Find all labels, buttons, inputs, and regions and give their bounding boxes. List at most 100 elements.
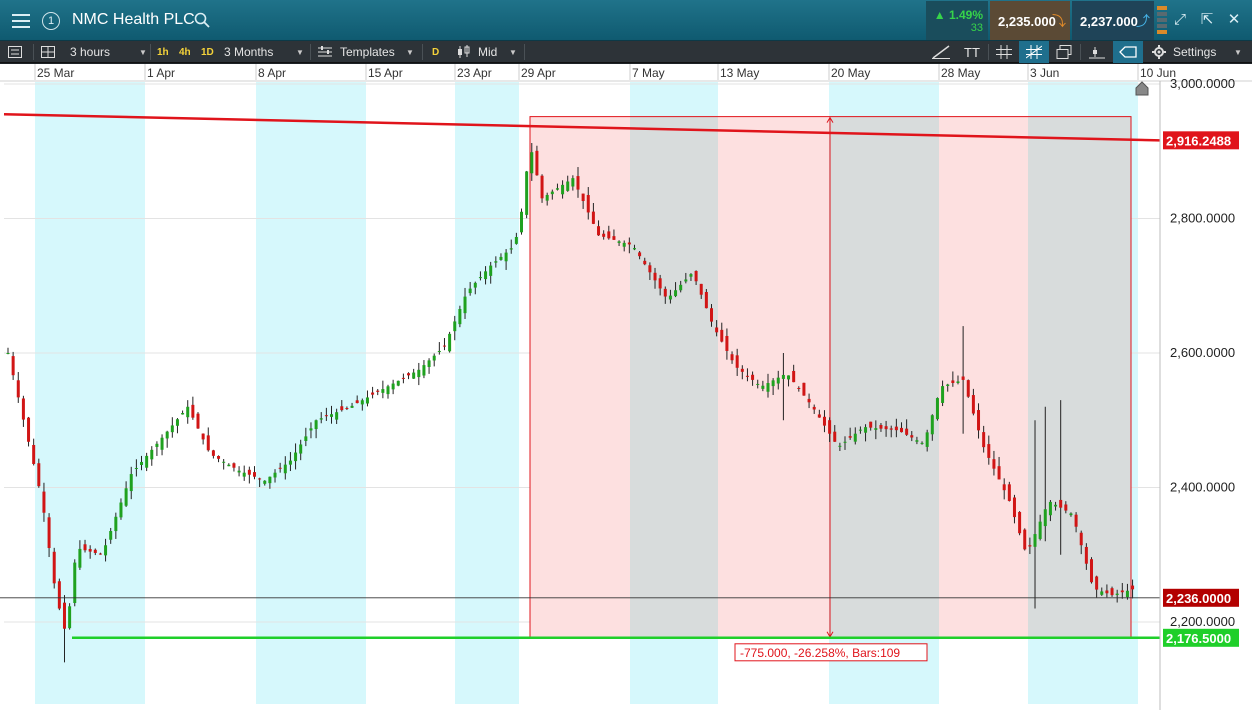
up-arrow-icon: ⤴ xyxy=(1136,13,1150,29)
price-chart[interactable]: -775.000, -26.258%, Bars:109 25 Mar 1 Apr… xyxy=(0,64,1252,710)
x-tick-label: 25 Mar xyxy=(37,66,74,80)
candle-up xyxy=(858,429,862,431)
expand-icon[interactable]: ⤢ xyxy=(1172,12,1188,28)
candle-up xyxy=(386,386,390,395)
workspace-number-badge[interactable]: 1 xyxy=(40,0,62,41)
candle-down xyxy=(663,288,667,297)
indicator-icon[interactable] xyxy=(1089,41,1105,63)
candle-up xyxy=(427,360,431,367)
candle-down xyxy=(1105,590,1109,594)
measure-stripe xyxy=(829,116,939,638)
week-band xyxy=(455,82,519,704)
candle-down xyxy=(62,602,66,629)
candle-up xyxy=(766,383,770,392)
draw-mode-button[interactable]: D xyxy=(432,41,439,63)
templates-caret-icon[interactable]: ▼ xyxy=(406,41,414,63)
candle-down xyxy=(1012,497,1016,518)
settings-button[interactable]: Settings xyxy=(1173,41,1216,63)
tag-icon[interactable] xyxy=(1113,41,1143,63)
up-triangle-icon: ▲ xyxy=(933,8,949,22)
candle-up xyxy=(853,433,857,442)
crosshair-grid-icon[interactable] xyxy=(1019,41,1049,63)
candle-down xyxy=(751,374,755,380)
list-icon[interactable] xyxy=(8,41,28,63)
quick-4h-button[interactable]: 4h xyxy=(179,41,191,63)
interval-caret-icon[interactable]: ▼ xyxy=(139,41,147,63)
interval-select[interactable]: 3 hours xyxy=(70,41,110,63)
chart-window: 1 NMC Health PLC ▲ 1.49% 33 2,235.000 ⤵ … xyxy=(0,0,1252,710)
candle-up xyxy=(489,265,493,276)
candle-up xyxy=(273,472,277,478)
text-tool-icon[interactable]: TT xyxy=(964,41,980,63)
candle-down xyxy=(88,549,92,552)
range-select[interactable]: 3 Months xyxy=(224,41,273,63)
sell-price: 2,235.000 xyxy=(998,14,1056,29)
candle-up xyxy=(129,474,133,492)
templates-button[interactable]: Templates xyxy=(340,41,395,63)
candle-down xyxy=(730,354,734,361)
search-icon[interactable] xyxy=(194,12,210,28)
candle-up xyxy=(73,562,77,604)
candle-up xyxy=(1033,534,1037,547)
x-tick-label: 13 May xyxy=(720,66,759,80)
candle-up xyxy=(227,464,231,467)
candle-down xyxy=(27,417,31,442)
candle-down xyxy=(745,375,749,377)
candle-up xyxy=(1125,590,1129,598)
candle-down xyxy=(232,463,236,468)
candle-up xyxy=(453,321,457,332)
candle-down xyxy=(884,426,888,430)
candle-up xyxy=(679,284,683,291)
candle-down xyxy=(1007,484,1011,501)
settings-caret-icon[interactable]: ▼ xyxy=(1234,41,1242,63)
sell-price-button[interactable]: 2,235.000 ⤵ xyxy=(990,1,1070,40)
candle-down xyxy=(992,459,996,469)
draw-line-icon[interactable] xyxy=(932,41,950,63)
candle-up xyxy=(78,548,82,568)
instrument-header: 1 NMC Health PLC ▲ 1.49% 33 2,235.000 ⤵ … xyxy=(0,0,1252,41)
candle-down xyxy=(355,400,359,404)
candle-down xyxy=(1079,532,1083,546)
quick-1d-button[interactable]: 1D xyxy=(201,41,214,63)
market-depth-icon[interactable] xyxy=(1157,6,1167,36)
templates-icon[interactable] xyxy=(318,41,332,63)
daily-change-box: ▲ 1.49% 33 xyxy=(926,1,988,40)
candle-up xyxy=(520,211,524,233)
candle-down xyxy=(725,335,729,351)
candle-up xyxy=(478,277,482,279)
chart-area[interactable]: -775.000, -26.258%, Bars:109 25 Mar 1 Apr… xyxy=(0,64,1252,710)
instrument-title[interactable]: NMC Health PLC xyxy=(72,11,195,29)
candle-up xyxy=(314,420,318,430)
candle-down xyxy=(52,551,56,584)
candle-up xyxy=(448,333,452,352)
candle-down xyxy=(797,387,801,389)
layout-icon[interactable] xyxy=(41,41,59,63)
candle-up xyxy=(632,248,636,250)
candle-down xyxy=(196,413,200,429)
copy-icon[interactable] xyxy=(1056,41,1072,63)
candle-up xyxy=(109,531,113,540)
candle-down xyxy=(658,278,662,289)
candle-up xyxy=(422,365,426,376)
candle-up xyxy=(494,261,498,263)
candle-down xyxy=(977,410,981,431)
buy-price-button[interactable]: 2,237.000 ⤴ xyxy=(1072,1,1154,40)
measure-label: -775.000, -26.258%, Bars:109 xyxy=(740,646,900,660)
grid-icon[interactable] xyxy=(996,41,1012,63)
candle-up xyxy=(946,384,950,386)
hamburger-menu-icon[interactable] xyxy=(5,0,37,41)
price-type-select[interactable]: Mid xyxy=(478,41,497,63)
candle-up xyxy=(1043,509,1047,527)
candle-up xyxy=(771,380,775,387)
candle-type-icon[interactable] xyxy=(456,41,472,63)
range-caret-icon[interactable]: ▼ xyxy=(296,41,304,63)
candle-up xyxy=(689,274,693,277)
popout-icon[interactable]: ⇱ xyxy=(1199,12,1215,28)
candle-down xyxy=(93,549,97,553)
candle-down xyxy=(699,283,703,295)
price-type-caret-icon[interactable]: ▼ xyxy=(509,41,517,63)
settings-gear-icon[interactable] xyxy=(1152,41,1166,63)
quick-1h-button[interactable]: 1h xyxy=(157,41,169,63)
candle-up xyxy=(458,309,462,325)
close-icon[interactable]: ✕ xyxy=(1226,12,1242,28)
